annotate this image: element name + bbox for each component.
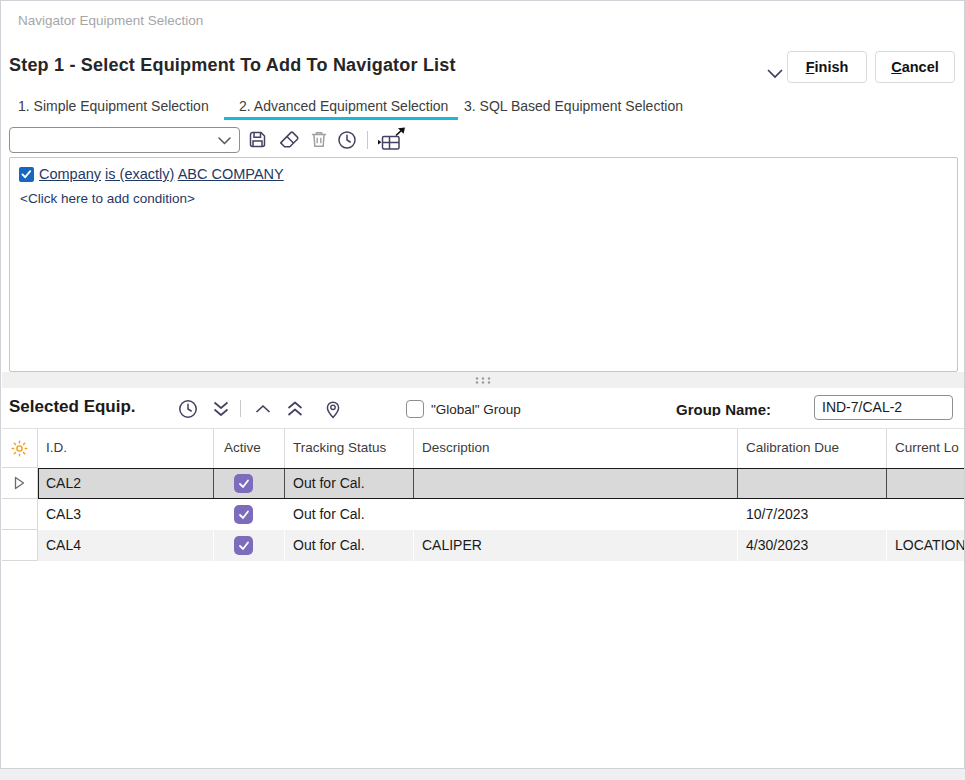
save-icon[interactable] bbox=[247, 129, 268, 154]
chevron-down-icon[interactable] bbox=[767, 65, 783, 83]
table-header-row: I.D. Active Tracking Status Description … bbox=[2, 429, 965, 468]
tab-sql-based-equipment-selection[interactable]: 3. SQL Based Equipment Selection bbox=[464, 98, 683, 114]
column-header-tracking-status[interactable]: Tracking Status bbox=[285, 429, 414, 468]
table-row[interactable]: CAL3 Out for Cal. 10/7/2023 bbox=[2, 499, 965, 530]
column-header-description[interactable]: Description bbox=[414, 429, 738, 468]
window-title: Navigator Equipment Selection bbox=[18, 13, 203, 28]
active-tab-underline bbox=[224, 117, 458, 120]
row-selector-cell[interactable] bbox=[2, 499, 38, 530]
dialog-window: Navigator Equipment Selection Step 1 - S… bbox=[0, 0, 965, 769]
cell-description[interactable]: CALIPER bbox=[414, 530, 738, 561]
page-title: Step 1 - Select Equipment To Add To Navi… bbox=[9, 55, 456, 76]
filter-combobox[interactable] bbox=[9, 127, 240, 153]
active-checkbox-checked bbox=[234, 536, 253, 555]
cell-description[interactable] bbox=[414, 468, 738, 499]
cell-id[interactable]: CAL3 bbox=[38, 499, 214, 530]
history-icon[interactable] bbox=[177, 398, 199, 424]
cell-calibration-due[interactable]: 10/7/2023 bbox=[738, 499, 887, 530]
toolbar-separator bbox=[240, 400, 241, 417]
column-chooser-cell[interactable] bbox=[2, 429, 38, 468]
cell-current-location[interactable] bbox=[887, 468, 965, 499]
condition-checkbox[interactable] bbox=[19, 167, 34, 182]
eraser-icon[interactable] bbox=[277, 129, 301, 155]
trash-icon[interactable] bbox=[309, 129, 329, 154]
toolbar-separator bbox=[367, 131, 368, 149]
tab-simple-equipment-selection[interactable]: 1. Simple Equipment Selection bbox=[18, 98, 209, 114]
active-checkbox-checked bbox=[234, 474, 253, 493]
chevron-up-icon[interactable] bbox=[252, 398, 274, 424]
tab-advanced-equipment-selection[interactable]: 2. Advanced Equipment Selection bbox=[239, 98, 448, 114]
selected-equipment-table: I.D. Active Tracking Status Description … bbox=[2, 428, 965, 561]
cell-tracking-status[interactable]: Out for Cal. bbox=[285, 499, 414, 530]
cell-id[interactable]: CAL2 bbox=[38, 468, 214, 499]
chevron-double-up-icon[interactable] bbox=[284, 398, 306, 424]
cell-description[interactable] bbox=[414, 499, 738, 530]
chevron-double-down-icon[interactable] bbox=[210, 398, 232, 424]
cell-active[interactable] bbox=[214, 499, 285, 530]
cell-current-location[interactable]: LOCATION bbox=[887, 530, 965, 561]
cell-calibration-due[interactable] bbox=[738, 468, 887, 499]
column-header-calibration-due[interactable]: Calibration Due bbox=[738, 429, 887, 468]
group-name-input[interactable]: IND-7/CAL-2 bbox=[814, 395, 953, 420]
condition-row: Company is (exactly) ABC COMPANY bbox=[19, 166, 284, 182]
column-header-id[interactable]: I.D. bbox=[38, 429, 214, 468]
column-header-active[interactable]: Active bbox=[214, 429, 285, 468]
cell-id[interactable]: CAL4 bbox=[38, 530, 214, 561]
cancel-button[interactable]: Cancel bbox=[875, 51, 955, 83]
table-row[interactable]: CAL4 Out for Cal. CALIPER 4/30/2023 LOCA… bbox=[2, 530, 965, 561]
cell-active[interactable] bbox=[214, 468, 285, 499]
cell-calibration-due[interactable]: 4/30/2023 bbox=[738, 530, 887, 561]
cell-active[interactable] bbox=[214, 530, 285, 561]
row-selector-cell[interactable] bbox=[2, 530, 38, 561]
condition-value-link[interactable]: ABC COMPANY bbox=[178, 166, 284, 182]
row-indicator-icon bbox=[14, 476, 25, 490]
selected-equip-title: Selected Equip. bbox=[9, 397, 136, 417]
cell-tracking-status[interactable]: Out for Cal. bbox=[285, 530, 414, 561]
finish-button[interactable]: Finish bbox=[787, 51, 867, 83]
splitter-dots-icon bbox=[474, 376, 494, 385]
row-selector-cell[interactable] bbox=[2, 468, 38, 499]
condition-builder-panel: Company is (exactly) ABC COMPANY <Click … bbox=[9, 157, 958, 372]
active-checkbox-checked bbox=[234, 505, 253, 524]
column-header-current-location[interactable]: Current Lo bbox=[887, 429, 965, 468]
cell-current-location[interactable] bbox=[887, 499, 965, 530]
add-condition-link[interactable]: <Click here to add condition> bbox=[20, 191, 195, 206]
sun-icon bbox=[11, 440, 28, 457]
layout-grid-icon[interactable] bbox=[377, 127, 407, 156]
condition-operator-link[interactable]: is (exactly) bbox=[105, 166, 174, 182]
chevron-down-icon bbox=[218, 137, 231, 145]
map-pin-icon[interactable] bbox=[323, 398, 343, 424]
global-group-label: "Global" Group bbox=[431, 402, 521, 417]
table-row[interactable]: CAL2 Out for Cal. bbox=[2, 468, 965, 499]
cell-tracking-status[interactable]: Out for Cal. bbox=[285, 468, 414, 499]
global-group-checkbox[interactable] bbox=[406, 400, 424, 418]
splitter-handle[interactable] bbox=[2, 372, 965, 388]
history-icon[interactable] bbox=[336, 129, 358, 155]
condition-field-link[interactable]: Company bbox=[39, 166, 101, 182]
group-name-label: Group Name: bbox=[661, 402, 771, 416]
